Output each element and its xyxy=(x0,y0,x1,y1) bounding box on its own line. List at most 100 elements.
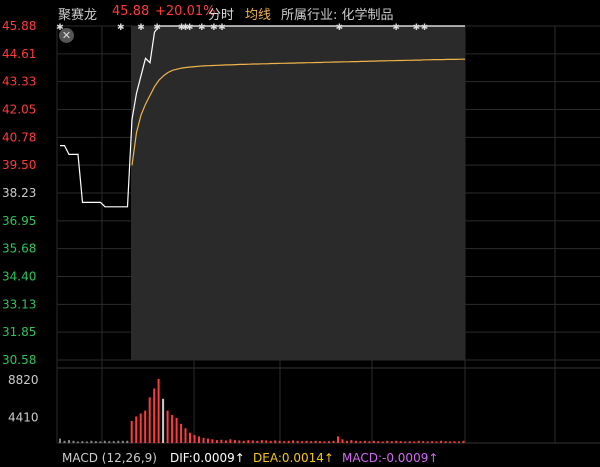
volume-bar xyxy=(202,437,205,443)
volume-bar xyxy=(130,420,133,443)
industry-label: 所属行业: 化学制品 xyxy=(281,8,394,23)
macd-label: MACD (12,26,9) xyxy=(62,451,157,465)
volume-bar xyxy=(449,441,452,443)
volume-bar xyxy=(175,417,178,443)
volume-bar xyxy=(94,441,97,443)
volume-bar xyxy=(198,436,200,443)
volume-bar xyxy=(184,428,187,443)
volume-bar xyxy=(59,438,61,443)
volume-bar xyxy=(283,441,286,443)
volume-bar xyxy=(278,440,281,443)
volume-bar xyxy=(269,440,272,443)
close-icon[interactable]: ✕ xyxy=(59,28,74,43)
volume-bar xyxy=(426,441,429,443)
volume-bar xyxy=(207,438,209,443)
volume-bar xyxy=(211,439,214,443)
volume-bar xyxy=(139,413,142,443)
volume-bar xyxy=(341,439,344,443)
tab-minute[interactable]: 分时 xyxy=(208,4,234,23)
volume-bar xyxy=(153,388,156,443)
volume-bar xyxy=(354,440,357,443)
volume-bar xyxy=(242,440,245,443)
price-tick-label: 31.85 xyxy=(2,325,36,339)
volume-bar xyxy=(350,440,353,443)
limit-marker: ✱ xyxy=(210,23,218,33)
price-tick-label: 34.40 xyxy=(2,270,36,284)
volume-bar xyxy=(323,441,326,443)
volume-bar xyxy=(296,440,299,443)
volume-bar xyxy=(117,440,120,443)
volume-bar xyxy=(144,410,147,443)
volume-bar xyxy=(238,440,241,443)
volume-bar xyxy=(63,440,66,443)
stock-name: 聚赛龙 xyxy=(58,8,98,23)
volume-bar xyxy=(292,440,295,443)
limit-marker: ✱ xyxy=(198,23,206,33)
volume-bar xyxy=(301,441,304,443)
volume-bar xyxy=(444,441,447,443)
limit-marker: ✱ xyxy=(153,23,161,33)
volume-bar xyxy=(435,441,438,443)
macd-dea: DEA:0.0014↑ xyxy=(253,451,334,465)
price-tick-label: 42.05 xyxy=(2,103,36,117)
limit-marker: ✱ xyxy=(218,23,226,33)
limit-marker: ✱ xyxy=(186,23,194,33)
volume-bar xyxy=(363,440,366,443)
stock-price: 45.88 xyxy=(112,4,150,19)
volume-bar xyxy=(229,439,232,443)
price-tick-label: 30.58 xyxy=(2,353,36,367)
tab-average-line[interactable]: 均线 xyxy=(245,4,271,23)
volume-bar xyxy=(157,378,160,443)
limit-marker: ✱ xyxy=(336,23,344,33)
volume-bar xyxy=(404,441,407,443)
volume-bar xyxy=(390,441,393,443)
price-tick-label: 40.78 xyxy=(2,130,36,144)
volume-bar xyxy=(193,434,196,443)
volume-bar xyxy=(368,441,371,443)
limit-marker: ✱ xyxy=(392,23,400,33)
volume-bar xyxy=(233,440,236,443)
price-tick-label: 35.68 xyxy=(2,242,36,256)
volume-bar xyxy=(215,440,218,443)
price-tick-label: 38.23 xyxy=(2,186,36,200)
intraday-chart[interactable]: 45.88 44.61 43.33 42.05 40.78 39.50 38.23 36.95… xyxy=(0,0,600,467)
price-tick-label: 39.50 xyxy=(2,158,36,172)
volume-bar xyxy=(422,441,425,443)
volume-bar xyxy=(274,440,277,443)
limit-marker: ✱ xyxy=(413,23,421,33)
volume-bar xyxy=(220,439,223,443)
volume-bar xyxy=(99,441,102,443)
volume-bar xyxy=(247,440,250,443)
volume-bar xyxy=(76,441,79,443)
volume-bar xyxy=(431,441,434,443)
volume-bar xyxy=(72,440,75,443)
volume-bar xyxy=(386,440,389,443)
volume-bar xyxy=(85,441,88,443)
volume-bar xyxy=(171,415,174,443)
volume-bar xyxy=(458,441,460,443)
price-tick-label: 44.61 xyxy=(2,47,36,61)
volume-bar xyxy=(103,440,106,443)
price-tick-label: 43.33 xyxy=(2,75,36,89)
volume-bar xyxy=(417,440,420,443)
volume-bar xyxy=(112,441,115,443)
volume-bar xyxy=(381,441,384,443)
volume-bar xyxy=(408,441,411,443)
price-tick-label: 33.13 xyxy=(2,297,36,311)
volume-bar xyxy=(462,440,465,443)
limit-marker: ✱ xyxy=(117,23,125,33)
volume-bar xyxy=(90,440,93,443)
volume-bar xyxy=(265,440,268,443)
volume-bar xyxy=(162,398,165,443)
volume-bar xyxy=(256,440,259,443)
volume-bar xyxy=(121,440,124,443)
macd-value: MACD:-0.0009↑ xyxy=(342,451,439,465)
volume-bar xyxy=(440,440,443,443)
volume-bar xyxy=(166,410,169,443)
volume-bar xyxy=(328,441,330,443)
volume-bar xyxy=(148,397,151,443)
volume-bar xyxy=(305,440,308,443)
volume-bar xyxy=(260,440,263,443)
volume-bar xyxy=(224,440,227,443)
volume-bar xyxy=(359,441,362,443)
